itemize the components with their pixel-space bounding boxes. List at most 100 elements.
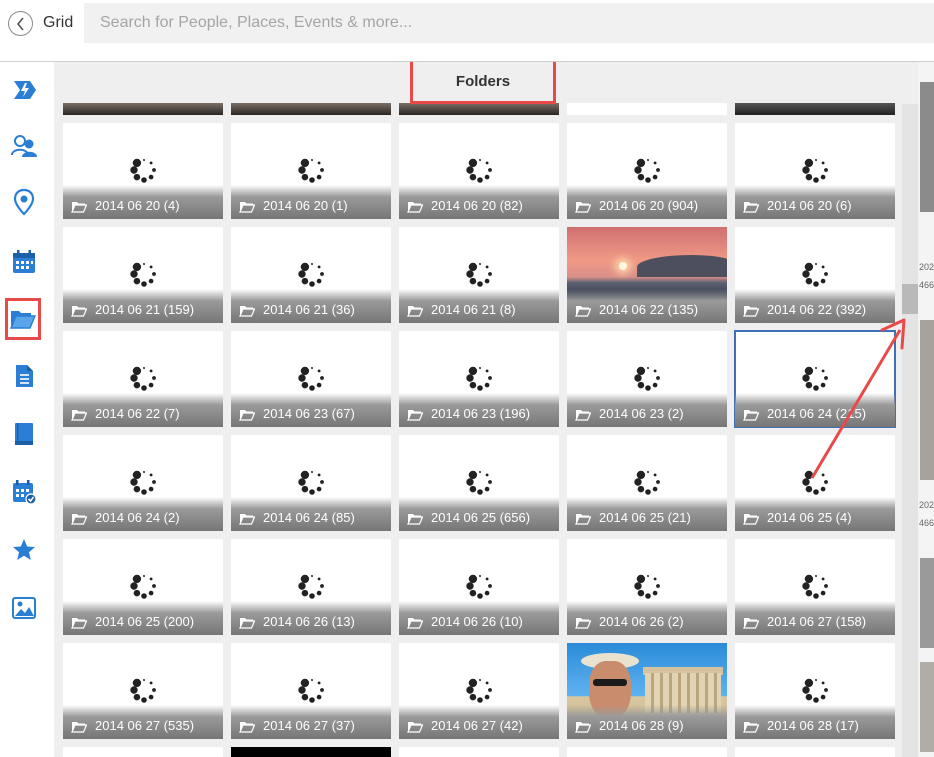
folder-tile[interactable]: 2014 06 27 (158) (735, 539, 895, 635)
folder-tile[interactable]: 2014 06 27 (37) (231, 643, 391, 739)
folder-tile[interactable]: 2014 06 24 (85) (231, 435, 391, 531)
folder-tile[interactable]: 2014 06 25 (21) (567, 435, 727, 531)
sidebar-item-pictures[interactable] (6, 590, 42, 626)
sidebar-item-places[interactable] (6, 184, 42, 220)
folder-label: 2014 06 25 (4) (767, 510, 852, 525)
book-icon (15, 423, 33, 445)
folder-tile[interactable]: 2014 06 22 (135) (567, 227, 727, 323)
partial-tile[interactable] (63, 103, 223, 115)
partial-tile[interactable] (399, 747, 559, 757)
folder-icon (575, 410, 591, 421)
folder-icon (743, 306, 759, 317)
loading-spinner-icon (466, 678, 492, 703)
places-icon (13, 188, 35, 216)
partial-tile[interactable] (231, 747, 391, 757)
folder-tile[interactable]: 2014 06 28 (17) (735, 643, 895, 739)
folder-tile[interactable]: 2014 06 24 (2) (63, 435, 223, 531)
partial-tile[interactable] (399, 103, 559, 115)
search-input[interactable] (84, 3, 934, 43)
folder-label: 2014 06 28 (17) (767, 718, 859, 733)
folder-caption: 2014 06 20 (904) (567, 185, 727, 219)
folder-tile[interactable]: 2014 06 21 (159) (63, 227, 223, 323)
folder-label: 2014 06 26 (2) (599, 614, 684, 629)
folder-tile[interactable]: 2014 06 20 (6) (735, 123, 895, 219)
folder-label: 2014 06 25 (200) (95, 614, 195, 629)
partial-tile[interactable] (567, 747, 727, 757)
folder-caption: 2014 06 27 (37) (231, 705, 391, 739)
folder-tile[interactable]: 2014 06 25 (656) (399, 435, 559, 531)
folder-caption: 2014 06 25 (4) (735, 497, 895, 531)
folder-tile[interactable]: 2014 06 26 (2) (567, 539, 727, 635)
folder-grid: 2014 06 20 (4) 2014 06 20 (1) 2014 06 20 (… (63, 103, 903, 757)
sidebar-item-calendar[interactable] (6, 244, 42, 280)
sidebar-item-quick[interactable] (6, 72, 42, 108)
folder-label: 2014 06 26 (13) (263, 614, 355, 629)
thumbnail-edge (920, 558, 934, 648)
scrollbar-thumb[interactable] (902, 284, 918, 314)
folder-tile[interactable]: 2014 06 20 (1) (231, 123, 391, 219)
sidebar-item-events[interactable] (6, 474, 42, 510)
loading-spinner-icon (298, 678, 324, 703)
loading-spinner-icon (298, 262, 324, 287)
event-icon (13, 480, 37, 505)
folder-tile[interactable]: 2014 06 23 (2) (567, 331, 727, 427)
folder-label: 2014 06 27 (42) (431, 718, 523, 733)
loading-spinner-icon (802, 470, 828, 495)
partial-row-top (63, 103, 903, 115)
folder-label: 2014 06 20 (4) (95, 198, 180, 213)
folder-label: 2014 06 23 (196) (431, 406, 531, 421)
sidebar-item-people[interactable] (6, 128, 42, 164)
folder-tile[interactable]: 2014 06 23 (67) (231, 331, 391, 427)
folder-tile[interactable]: 2014 06 24 (215) (734, 330, 896, 428)
scrollbar-track[interactable] (902, 104, 918, 757)
folder-tile[interactable]: 2014 06 26 (13) (231, 539, 391, 635)
folder-caption: 2014 06 22 (135) (567, 289, 727, 323)
folder-tile[interactable]: 2014 06 20 (904) (567, 123, 727, 219)
folder-tile[interactable]: 2014 06 21 (36) (231, 227, 391, 323)
view-mode-label[interactable]: Grid (43, 14, 73, 32)
picture-icon (12, 597, 36, 619)
folder-icon (575, 618, 591, 629)
folder-caption: 2014 06 27 (535) (63, 705, 223, 739)
folder-tile[interactable]: 2014 06 20 (82) (399, 123, 559, 219)
partial-tile[interactable] (63, 747, 223, 757)
sidebar-item-documents[interactable] (6, 358, 42, 394)
folder-icon (71, 722, 87, 733)
folders-panel: Folders 2014 06 20 (4) 2014 06 20 (1) 2014… (54, 62, 918, 757)
folder-tile[interactable]: 2014 06 28 (9) (567, 643, 727, 739)
folder-icon (239, 410, 255, 421)
folder-label: 2014 06 24 (2) (95, 510, 180, 525)
folder-caption: 2014 06 23 (196) (399, 393, 559, 427)
sidebar-item-favorites[interactable] (6, 532, 42, 568)
loading-spinner-icon (634, 366, 660, 391)
back-button[interactable] (8, 11, 33, 36)
sidebar-item-folders[interactable] (5, 298, 41, 340)
folder-tile[interactable]: 2014 06 27 (42) (399, 643, 559, 739)
folder-tile[interactable]: 2014 06 20 (4) (63, 123, 223, 219)
folder-tile[interactable]: 2014 06 22 (392) (735, 227, 895, 323)
folder-icon (575, 722, 591, 733)
partial-tile[interactable] (735, 103, 895, 115)
folder-caption: 2014 06 21 (8) (399, 289, 559, 323)
folder-caption: 2014 06 25 (21) (567, 497, 727, 531)
folder-icon (71, 306, 87, 317)
folder-tile[interactable]: 2014 06 25 (200) (63, 539, 223, 635)
folder-icon (743, 618, 759, 629)
folder-caption: 2014 06 20 (6) (735, 185, 895, 219)
partial-tile[interactable] (735, 747, 895, 757)
folder-tile[interactable]: 2014 06 21 (8) (399, 227, 559, 323)
folder-icon (239, 202, 255, 213)
star-icon (13, 539, 35, 560)
folder-tile[interactable]: 2014 06 23 (196) (399, 331, 559, 427)
folder-caption: 2014 06 24 (2) (63, 497, 223, 531)
partial-tile[interactable] (231, 103, 391, 115)
folder-tile[interactable]: 2014 06 27 (535) (63, 643, 223, 739)
thumbnail-edge (920, 82, 934, 212)
folder-tile[interactable]: 2014 06 25 (4) (735, 435, 895, 531)
partial-tile[interactable] (567, 103, 727, 115)
folder-icon (743, 202, 759, 213)
folder-tile[interactable]: 2014 06 22 (7) (63, 331, 223, 427)
sidebar-item-albums[interactable] (6, 416, 42, 452)
folder-tile[interactable]: 2014 06 26 (10) (399, 539, 559, 635)
loading-spinner-icon (130, 678, 156, 703)
